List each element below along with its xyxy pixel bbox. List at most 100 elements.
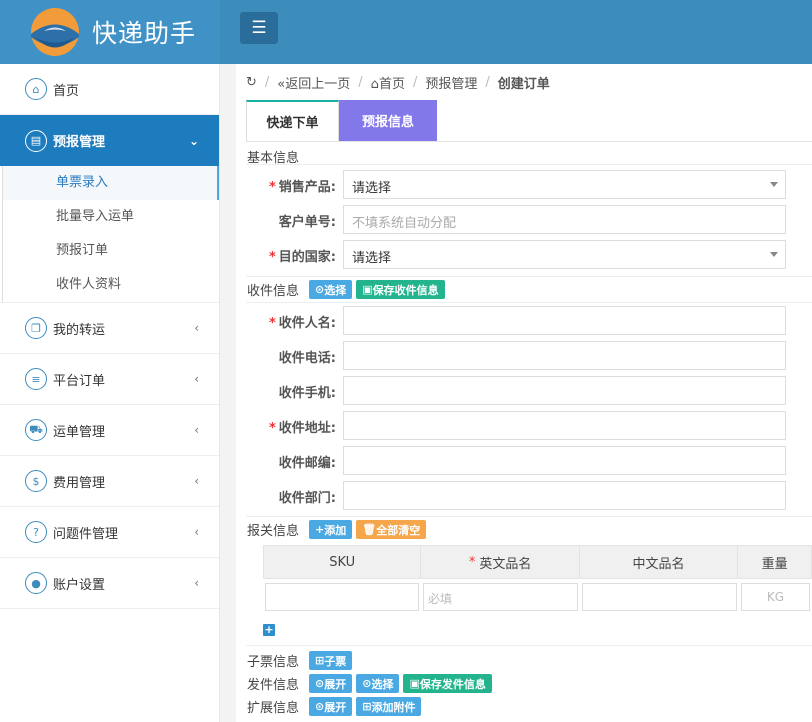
home-icon: ⌂	[25, 78, 47, 100]
home-link[interactable]: ⌂首页	[371, 73, 405, 92]
sidebar-item-label: 平台订单	[53, 373, 106, 389]
bars-icon: ☰	[251, 18, 267, 38]
sidebar-item-problems[interactable]: ? 问题件管理 ‹	[0, 507, 219, 558]
brand[interactable]: 快递助手	[0, 0, 220, 64]
breadcrumb-current: 创建订单	[497, 76, 550, 92]
customer-no-input[interactable]: 不填系统自动分配	[343, 205, 786, 234]
customer-no-row: 客户单号: 不填系统自动分配	[246, 205, 812, 234]
extended-expand-button[interactable]: ⊙ 展开	[309, 697, 353, 716]
sidebar-item-label: 费用管理	[53, 475, 106, 491]
country-select[interactable]: 请选择	[343, 240, 786, 269]
weight-input[interactable]: KG	[741, 583, 810, 611]
sender-expand-button[interactable]: ⊙ 展开	[309, 674, 353, 693]
plus-square-icon: ⊞	[315, 654, 325, 667]
user-icon: ●	[25, 572, 47, 594]
sender-select-button[interactable]: ⊙ 选择	[356, 674, 400, 693]
receiver-zip-row: 收件邮编:	[246, 446, 812, 475]
table-header: SKU * 英文品名 中文品名 重量	[263, 545, 812, 579]
chevron-left-icon: ‹	[194, 321, 199, 335]
receiver-house-row: 收件部门:	[246, 481, 812, 510]
receiver-name-input[interactable]	[343, 306, 786, 335]
truck-icon: ⛟	[25, 419, 47, 441]
declaration-clear-button[interactable]: 🗑 全部清空	[356, 520, 427, 539]
sidebar-item-label: 我的转运	[53, 322, 106, 338]
product-row: * 销售产品: 请选择	[246, 170, 812, 199]
receiver-zip-input[interactable]	[343, 446, 786, 475]
subticket-button[interactable]: ⊞ 子票	[309, 651, 353, 670]
sidebar-item-label: 账户设置	[53, 577, 106, 593]
column-header-cn-name: 中文品名	[580, 546, 739, 578]
save-icon: ▣	[409, 677, 420, 690]
app-title: 快递助手	[92, 19, 197, 48]
submenu-item-forecast-orders[interactable]: 预报订单	[2, 234, 219, 268]
en-name-input[interactable]: 必填	[423, 583, 578, 611]
submenu-item-receivers[interactable]: 收件人资料	[2, 268, 219, 302]
receiver-phone-input[interactable]	[343, 341, 786, 370]
receiver-name-row: * 收件人名:	[246, 306, 812, 335]
receiver-mobile-input[interactable]	[343, 376, 786, 405]
submenu-item-single[interactable]: 单票录入	[2, 166, 219, 200]
chevron-left-icon: ‹	[194, 372, 199, 386]
breadcrumb-section[interactable]: 预报管理	[425, 73, 477, 92]
logo-icon	[31, 8, 79, 56]
trash-icon: 🗑	[362, 523, 377, 536]
sidebar-item-home[interactable]: ⌂ 首页	[0, 64, 219, 115]
chevron-left-icon: ‹	[194, 525, 199, 539]
submenu: 单票录入 批量导入运单 预报订单 收件人资料	[0, 166, 219, 303]
receiver-mobile-row: 收件手机:	[246, 376, 812, 405]
declaration-table: SKU * 英文品名 中文品名 重量 必填 KG	[263, 545, 812, 615]
add-row-plus-icon[interactable]: +	[263, 624, 275, 636]
chevron-circle-icon: ⊙	[315, 700, 325, 713]
list-icon: ≡	[25, 368, 47, 390]
sidebar-item-account[interactable]: ● 账户设置 ‹	[0, 558, 219, 609]
plus-icon: +	[315, 523, 325, 536]
sidebar-item-label: 问题件管理	[53, 526, 119, 542]
menu-toggle-button[interactable]: ☰	[240, 12, 278, 44]
section-receiver-info: 收件信息 ⊙ 选择 ▣ 保存收件信息	[247, 280, 449, 299]
sidebar: ⌂ 首页 ▤ 预报管理 ⌄ 单票录入 批量导入运单 预报订单 收件人资料 ❐ 我…	[0, 64, 220, 722]
sidebar-item-label: 预报管理	[53, 135, 106, 150]
receiver-address-input[interactable]	[343, 411, 786, 440]
receiver-address-row: * 收件地址:	[246, 411, 812, 440]
sender-save-button[interactable]: ▣ 保存发件信息	[403, 674, 492, 693]
check-circle-icon: ⊙	[362, 677, 372, 690]
section-extended-info: 扩展信息 ⊙ 展开 ⊞ 添加附件	[247, 697, 425, 716]
section-declaration-info: 报关信息 + 添加 🗑 全部清空	[247, 520, 430, 539]
sidebar-item-transfer[interactable]: ❐ 我的转运 ‹	[0, 303, 219, 354]
sidebar-item-fees[interactable]: $ 费用管理 ‹	[0, 456, 219, 507]
chevron-left-icon: ‹	[194, 423, 199, 437]
home-icon: ⌂	[370, 76, 379, 92]
check-circle-icon: ⊙	[315, 283, 325, 296]
tab-forecast-info[interactable]: 预报信息	[339, 100, 437, 141]
receiver-save-button[interactable]: ▣ 保存收件信息	[356, 280, 445, 299]
sidebar-item-platform-orders[interactable]: ≡ 平台订单 ‹	[0, 354, 219, 405]
section-subticket-info: 子票信息 ⊞ 子票	[247, 651, 356, 670]
receiver-select-button[interactable]: ⊙ 选择	[309, 280, 353, 299]
table-row: 必填 KG	[263, 579, 812, 615]
receiver-phone-row: 收件电话:	[246, 341, 812, 370]
section-sender-info: 发件信息 ⊙ 展开 ⊙ 选择 ▣ 保存发件信息	[247, 674, 496, 693]
sidebar-item-label: 首页	[53, 83, 80, 99]
country-row: * 目的国家: 请选择	[246, 240, 812, 269]
chevron-circle-icon: ⊙	[315, 677, 325, 690]
breadcrumb: ↻ / «返回上一页 / ⌂首页 / 预报管理 / 创建订单	[246, 73, 550, 92]
receiver-house-input[interactable]	[343, 481, 786, 510]
caret-down-icon	[770, 182, 778, 187]
sidebar-item-label: 运单管理	[53, 424, 106, 440]
plus-square-icon: ⊞	[362, 700, 372, 713]
refresh-icon[interactable]: ↻	[246, 75, 257, 90]
tab-express-order[interactable]: 快递下单	[246, 100, 339, 141]
add-attachment-button[interactable]: ⊞ 添加附件	[356, 697, 422, 716]
copy-icon: ❐	[25, 317, 47, 339]
sidebar-item-waybills[interactable]: ⛟ 运单管理 ‹	[0, 405, 219, 456]
sku-input[interactable]	[265, 583, 419, 611]
product-select[interactable]: 请选择	[343, 170, 786, 199]
submenu-item-batch-import[interactable]: 批量导入运单	[2, 200, 219, 234]
cn-name-input[interactable]	[582, 583, 737, 611]
sidebar-item-forecast[interactable]: ▤ 预报管理 ⌄	[0, 115, 219, 166]
save-icon: ▣	[362, 283, 373, 296]
declaration-add-button[interactable]: + 添加	[309, 520, 353, 539]
top-bar: 快递助手 ☰	[0, 0, 812, 64]
back-link[interactable]: «返回上一页	[277, 73, 350, 92]
chevron-down-icon: ⌄	[188, 133, 199, 148]
